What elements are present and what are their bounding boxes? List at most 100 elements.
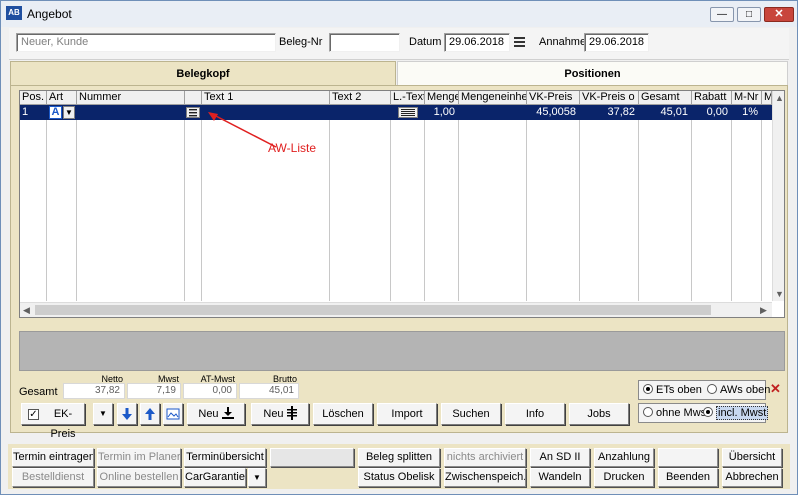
col-header-vk-preis-o[interactable]: VK-Preis o (580, 91, 639, 105)
ek-preis-checkbox[interactable]: ✓ (28, 409, 39, 420)
maximize-button[interactable]: □ (737, 7, 761, 22)
image-icon[interactable] (163, 403, 183, 425)
column-divider (76, 105, 77, 301)
brutto-field: 45,01 (239, 383, 299, 399)
bestelldienst-button[interactable]: Bestelldienst (12, 468, 94, 487)
col-header-vk-preis[interactable]: VK-Preis (527, 91, 580, 105)
move-up-icon[interactable] (140, 403, 160, 425)
col-header-text2[interactable]: Text 2 (330, 91, 391, 105)
nichts-archiviert-button[interactable]: nichts archiviert (444, 448, 526, 467)
art-dropdown-value[interactable]: A (49, 106, 62, 119)
col-header-gesamt[interactable]: Gesamt (639, 91, 692, 105)
insert-between-icon (286, 406, 297, 420)
col-header-nummer[interactable]: Nummer (77, 91, 185, 105)
datum-field[interactable]: 29.06.2018 (444, 33, 510, 52)
annahme-field[interactable]: 29.06.2018 (584, 33, 649, 52)
annotation-label: AW-Liste (268, 141, 317, 155)
window-title: Angebot (27, 7, 72, 21)
col-header-ltext[interactable]: L.-Text (391, 91, 425, 105)
close-button[interactable]: ✕ (764, 7, 794, 22)
move-down-icon[interactable] (117, 403, 137, 425)
col-header-mengeneinheit[interactable]: Mengeneinheit (459, 91, 527, 105)
cell-vk-preis-o[interactable]: 37,82 (580, 105, 638, 120)
col-header-mnr[interactable]: M-Nr (732, 91, 762, 105)
cell-vk-preis[interactable]: 45,0058 (527, 105, 579, 120)
scroll-up-icon[interactable]: ▲ (773, 91, 784, 105)
ohne-mwst-radio[interactable]: ohne Mwst. (643, 404, 712, 422)
loeschen-button[interactable]: Löschen (313, 403, 373, 425)
minimize-button[interactable]: — (710, 7, 734, 22)
info-band (19, 331, 785, 371)
status-obelisk-button[interactable]: Status Obelisk (358, 468, 440, 487)
termin-im-planer-button[interactable]: Termin im Planer (97, 448, 181, 467)
ets-oben-radio[interactable]: ETs oben (643, 381, 702, 399)
insert-below-icon (221, 407, 234, 419)
mwst-field: 7,19 (127, 383, 181, 399)
netto-field: 37,82 (63, 383, 125, 399)
annahme-label: Annahme (539, 36, 587, 48)
tab-belegkopf[interactable]: Belegkopf (10, 61, 396, 86)
incl-mwst-radio[interactable]: incl. Mwst (703, 404, 769, 422)
scroll-left-icon[interactable]: ◀ (20, 303, 33, 317)
an-sd-ii-button[interactable]: An SD II (530, 448, 590, 467)
col-header-pos[interactable]: Pos. (20, 91, 47, 105)
column-divider (579, 105, 580, 301)
col-header-menge[interactable]: Menge (425, 91, 459, 105)
art-dropdown-arrow-icon[interactable]: ▼ (63, 106, 75, 119)
aws-oben-label: AWs oben (720, 384, 771, 396)
cell-menge[interactable]: 1,00 (425, 105, 458, 120)
calendar-list-icon[interactable] (513, 35, 526, 48)
cell-rabatt[interactable]: 0,00 (692, 105, 731, 120)
horizontal-scrollbar[interactable]: ◀ ▶ (20, 302, 772, 317)
cell-mnr[interactable]: 1% (732, 105, 761, 120)
cell-pos[interactable]: 1 (22, 105, 46, 120)
abbrechen-button[interactable]: Abbrechen (722, 468, 782, 487)
anzahlung-button[interactable]: Anzahlung (594, 448, 654, 467)
vertical-scrollbar[interactable]: ▲ ▼ (772, 91, 784, 301)
col-header-art[interactable]: Art (47, 91, 77, 105)
cargarantie-button[interactable]: CarGarantie (184, 468, 246, 487)
info-button[interactable]: Info (505, 403, 565, 425)
tab-positionen[interactable]: Positionen (397, 61, 788, 86)
terminuebersicht-button[interactable]: Terminübersicht (184, 448, 266, 467)
column-divider (390, 105, 391, 301)
radio-selected-icon (703, 407, 713, 417)
aw-list-icon[interactable] (186, 107, 200, 118)
neu-button[interactable]: Neu (187, 403, 245, 425)
col-header-text1[interactable]: Text 1 (202, 91, 330, 105)
scroll-right-icon[interactable]: ▶ (757, 303, 770, 317)
blank-button[interactable] (270, 448, 354, 467)
dropdown-arrow-icon[interactable]: ▼ (93, 403, 113, 425)
termin-eintragen-button[interactable]: Termin eintragen (12, 448, 94, 467)
positions-grid[interactable]: Pos. Art Nummer Text 1 Text 2 L.-Text Me… (19, 90, 785, 318)
col-header-m[interactable]: M (762, 91, 772, 105)
cargarantie-dropdown-icon[interactable]: ▼ (248, 468, 266, 487)
scroll-down-icon[interactable]: ▼ (773, 287, 784, 301)
column-divider (46, 105, 47, 301)
col-header-rabatt[interactable]: Rabatt (692, 91, 732, 105)
jobs-button[interactable]: Jobs (569, 403, 629, 425)
close-options-icon[interactable]: ✕ (770, 381, 781, 397)
ek-preis-toggle[interactable]: ✓ EK-Preis (21, 403, 85, 440)
cell-gesamt[interactable]: 45,01 (639, 105, 691, 120)
zwischenspeich-button[interactable]: Zwischenspeich. (444, 468, 526, 487)
empty-button[interactable] (658, 448, 718, 467)
beenden-button[interactable]: Beenden (658, 468, 718, 487)
wandeln-button[interactable]: Wandeln (530, 468, 590, 487)
col-header-lookup[interactable] (185, 91, 202, 105)
aws-oben-radio[interactable]: AWs oben (707, 381, 770, 399)
uebersicht-button[interactable]: Übersicht (722, 448, 782, 467)
neu-insert-button[interactable]: Neu (251, 403, 309, 425)
customer-field[interactable]: Neuer, Kunde (16, 33, 276, 52)
horizontal-scroll-thumb[interactable] (35, 305, 711, 315)
long-text-icon[interactable] (398, 107, 418, 118)
online-bestellen-button[interactable]: Online bestellen (97, 468, 181, 487)
column-divider (458, 105, 459, 301)
import-button[interactable]: Import (377, 403, 437, 425)
column-divider (638, 105, 639, 301)
column-divider (761, 105, 762, 301)
beleg-nr-field[interactable] (329, 33, 400, 52)
beleg-splitten-button[interactable]: Beleg splitten (358, 448, 440, 467)
drucken-button[interactable]: Drucken (594, 468, 654, 487)
suchen-button[interactable]: Suchen (441, 403, 501, 425)
